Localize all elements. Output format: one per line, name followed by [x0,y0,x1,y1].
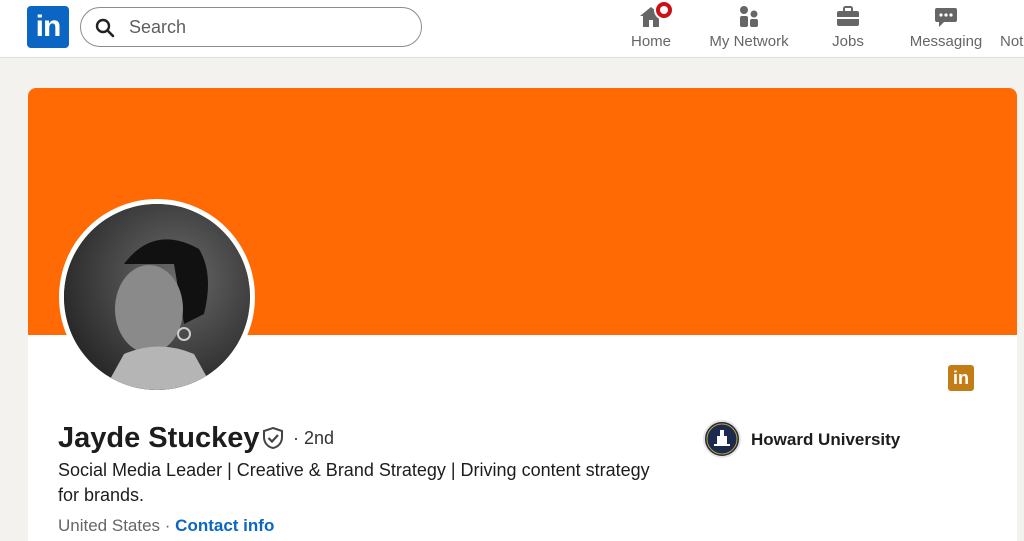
location-line: United States · Contact info [58,516,274,536]
search-box[interactable] [80,7,422,47]
profile-card: in Jayde Stuckey · 2nd Social Media Lead… [28,88,1017,541]
network-icon [740,6,758,27]
nav-notifications-label: Not [1000,33,1024,50]
separator: · [160,516,176,535]
profile-location: United States [58,516,161,535]
nav-jobs[interactable]: Jobs [822,0,874,58]
top-nav: in Home My Network Jobs [0,0,1024,58]
search-icon [95,18,115,38]
briefcase-icon [837,6,859,26]
avatar[interactable] [59,199,255,395]
nav-jobs-label: Jobs [832,33,864,50]
nav-notifications[interactable]: Not [1000,0,1024,58]
nav-messaging-label: Messaging [909,33,983,50]
nav-my-network[interactable]: My Network [704,0,794,58]
profile-name: Jayde Stuckey [58,422,260,454]
linkedin-badge[interactable]: in [948,365,974,391]
profile-photo [64,204,250,390]
verified-shield-icon[interactable] [261,426,285,450]
nav-my-network-label: My Network [709,33,789,50]
notification-badge [654,0,674,20]
university-logo-icon[interactable] [703,420,741,458]
linkedin-logo[interactable]: in [27,6,69,48]
nav-home-label: Home [630,33,671,50]
connection-degree: · 2nd [293,428,335,448]
nav-messaging[interactable]: Messaging [904,0,988,58]
education-name[interactable]: Howard University [751,430,900,450]
search-input[interactable] [129,14,409,40]
profile-headline: Social Media Leader | Creative & Brand S… [58,460,650,505]
contact-info-link[interactable]: Contact info [175,516,274,535]
message-icon [935,8,957,27]
